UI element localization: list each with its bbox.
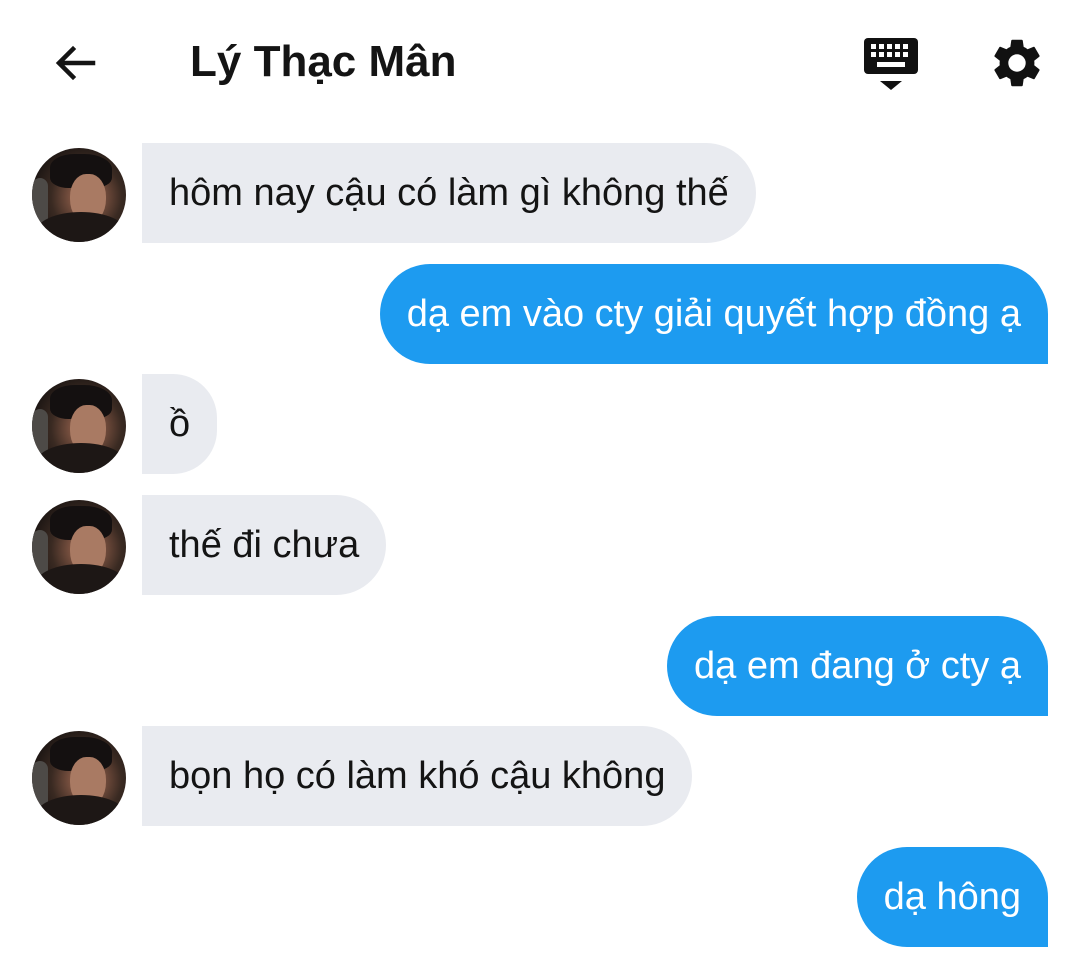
contact-avatar[interactable] xyxy=(32,379,126,473)
incoming-message[interactable]: ồ xyxy=(142,374,218,474)
outgoing-message[interactable]: dạ em vào cty giải quyết hợp đồng ạ xyxy=(379,264,1048,364)
keyboard-toggle-button[interactable] xyxy=(860,34,922,94)
back-button[interactable] xyxy=(46,34,104,92)
contact-avatar[interactable] xyxy=(32,148,126,242)
outgoing-message[interactable]: dạ hông xyxy=(856,847,1048,947)
gear-icon xyxy=(994,39,1040,87)
arrow-left-icon xyxy=(55,45,96,81)
contact-avatar[interactable] xyxy=(32,731,126,825)
settings-button[interactable] xyxy=(988,34,1046,92)
contact-name: Lý Thạc Mân xyxy=(190,37,457,86)
keyboard-hide-icon xyxy=(864,38,918,90)
contact-avatar[interactable] xyxy=(32,500,126,594)
incoming-message[interactable]: thế đi chưa xyxy=(142,495,387,595)
incoming-message[interactable]: hôm nay cậu có làm gì không thế xyxy=(142,143,756,243)
chat-header: Lý Thạc Mân xyxy=(0,0,1080,124)
outgoing-message[interactable]: dạ em đang ở cty ạ xyxy=(667,616,1048,716)
incoming-message[interactable]: bọn họ có làm khó cậu không xyxy=(142,726,693,826)
